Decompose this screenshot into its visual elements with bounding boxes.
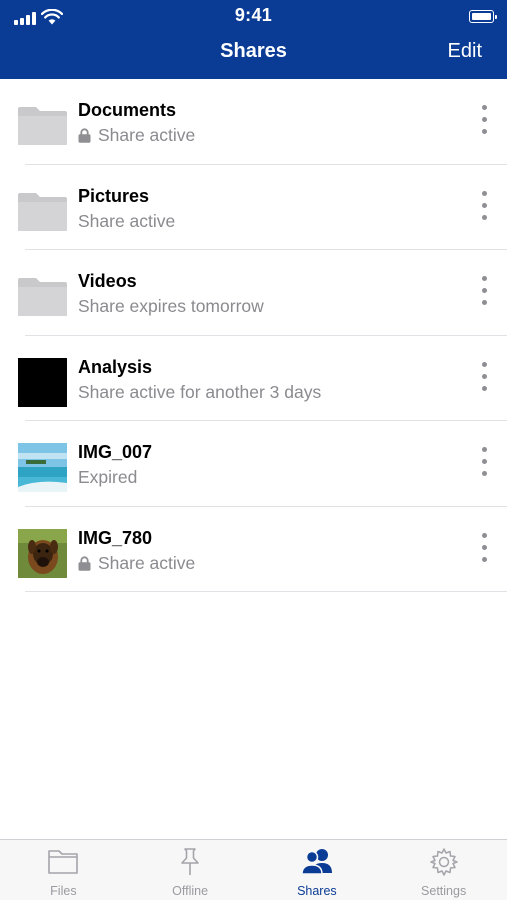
item-subtitle: Expired — [78, 467, 137, 488]
list-item[interactable]: Documents Share active — [0, 79, 507, 165]
list-item[interactable]: IMG_780 Share active — [0, 507, 507, 592]
pin-icon — [181, 848, 199, 875]
item-subtitle: Share active for another 3 days — [78, 382, 321, 403]
people-icon — [301, 849, 332, 875]
battery-icon — [469, 10, 497, 23]
folder-icon — [18, 101, 67, 150]
tab-shares[interactable]: Shares — [254, 840, 381, 900]
item-status-text: Share active — [78, 210, 176, 231]
image-thumbnail — [18, 528, 67, 578]
list-item[interactable]: Videos Share expires tomorrow — [0, 250, 507, 336]
navigation-header: 9:41 Shares Edit — [0, 0, 507, 79]
list-item[interactable]: IMG_007 Expired — [0, 421, 507, 507]
more-options-icon[interactable] — [473, 532, 495, 565]
image-thumbnail — [18, 357, 67, 407]
more-options-icon[interactable] — [473, 276, 495, 308]
item-status-text: Share active — [98, 552, 196, 573]
lock-icon — [78, 128, 91, 143]
folder-icon — [48, 850, 79, 874]
tab-offline[interactable]: Offline — [127, 840, 254, 900]
list-item[interactable]: Analysis Share active for another 3 days — [0, 336, 507, 421]
item-title: Videos — [78, 271, 137, 291]
item-subtitle: Share active — [78, 125, 195, 146]
folder-icon — [18, 187, 67, 236]
status-bar: 9:41 — [0, 0, 507, 34]
page-title: Shares — [220, 40, 287, 62]
item-status-text: Share expires tomorrow — [78, 296, 264, 316]
more-options-icon[interactable] — [473, 361, 495, 394]
item-status-text: Share active — [98, 125, 196, 145]
item-status-text: Share active for another 3 days — [78, 381, 322, 402]
item-subtitle: Share active — [78, 211, 175, 232]
more-options-icon[interactable] — [473, 190, 495, 223]
item-title: Analysis — [78, 356, 153, 377]
edit-button[interactable]: Edit — [448, 40, 482, 63]
folder-icon — [18, 272, 67, 321]
item-title: IMG_780 — [78, 527, 153, 548]
tab-label: Files — [50, 884, 77, 898]
tab-label: Shares — [297, 884, 337, 898]
row-divider — [25, 591, 507, 592]
tab-label: Offline — [172, 884, 209, 898]
gear-icon — [429, 848, 458, 876]
status-time: 9:41 — [234, 5, 273, 25]
image-thumbnail — [18, 443, 67, 492]
item-status-text: Expired — [78, 467, 138, 487]
more-options-icon[interactable] — [473, 105, 495, 137]
item-subtitle: Share active — [78, 553, 195, 574]
shares-list: Documents Share active Pictures Share ac… — [0, 79, 507, 592]
more-options-icon[interactable] — [473, 447, 495, 479]
tab-bar: Files Offline Shares Settings — [0, 839, 507, 900]
lock-icon — [78, 555, 91, 571]
item-title: Documents — [78, 100, 177, 120]
item-subtitle: Share expires tomorrow — [78, 296, 264, 317]
tab-settings[interactable]: Settings — [380, 840, 507, 900]
item-title: IMG_007 — [78, 442, 153, 462]
list-item[interactable]: Pictures Share active — [0, 165, 507, 250]
item-title: Pictures — [78, 185, 150, 206]
tab-label: Settings — [421, 884, 467, 898]
tab-files[interactable]: Files — [0, 840, 127, 900]
